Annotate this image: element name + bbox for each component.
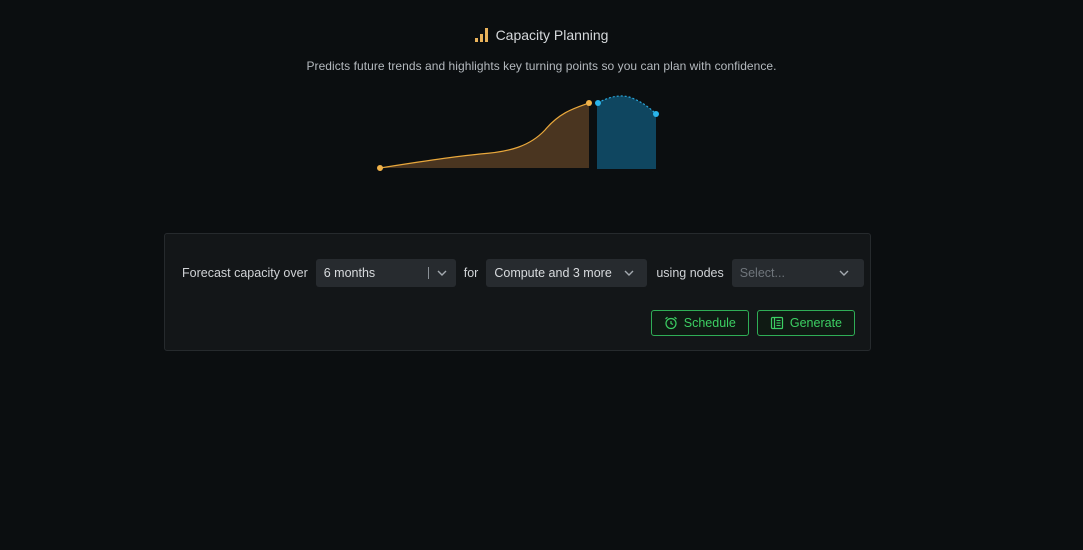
forecast-form-row: Forecast capacity over 6 months for Comp…	[182, 259, 864, 287]
forecast-illustration	[377, 95, 659, 171]
generate-button-label: Generate	[789, 316, 842, 330]
history-area	[380, 103, 589, 168]
alarm-clock-icon	[664, 316, 677, 330]
nodes-select-placeholder: Select...	[739, 266, 785, 280]
for-label: for	[463, 266, 479, 280]
capacity-planning-page: Capacity Planning Predicts future trends…	[0, 0, 1083, 550]
chevron-down-icon	[624, 270, 634, 276]
schedule-button[interactable]: Schedule	[650, 310, 749, 336]
chevron-down-icon	[437, 270, 447, 276]
report-icon	[770, 316, 783, 330]
period-select[interactable]: 6 months	[315, 259, 456, 287]
title-row: Capacity Planning	[474, 25, 609, 45]
chevron-down-icon	[839, 270, 849, 276]
schedule-button-label: Schedule	[683, 316, 736, 330]
resources-select[interactable]: Compute and 3 more	[486, 259, 648, 287]
nodes-select[interactable]: Select...	[731, 259, 864, 287]
page-title: Capacity Planning	[495, 27, 609, 43]
resources-select-value: Compute and 3 more	[494, 266, 612, 280]
forecast-start-point	[595, 100, 601, 106]
period-select-value: 6 months	[323, 266, 376, 280]
page-subtitle: Predicts future trends and highlights ke…	[306, 59, 777, 73]
bar-chart-icon	[474, 27, 490, 43]
forecast-over-label: Forecast capacity over	[182, 266, 308, 280]
forecast-end-point	[653, 111, 659, 117]
period-select-divider	[427, 267, 429, 279]
generate-button[interactable]: Generate	[756, 310, 855, 336]
page-header: Capacity Planning Predicts future trends…	[0, 25, 1083, 73]
history-end-point	[586, 100, 592, 106]
history-start-point	[377, 165, 383, 171]
action-buttons: Schedule Generate	[650, 310, 855, 336]
forecast-form-panel: Forecast capacity over 6 months for Comp…	[164, 233, 871, 351]
using-nodes-label: using nodes	[656, 266, 724, 280]
